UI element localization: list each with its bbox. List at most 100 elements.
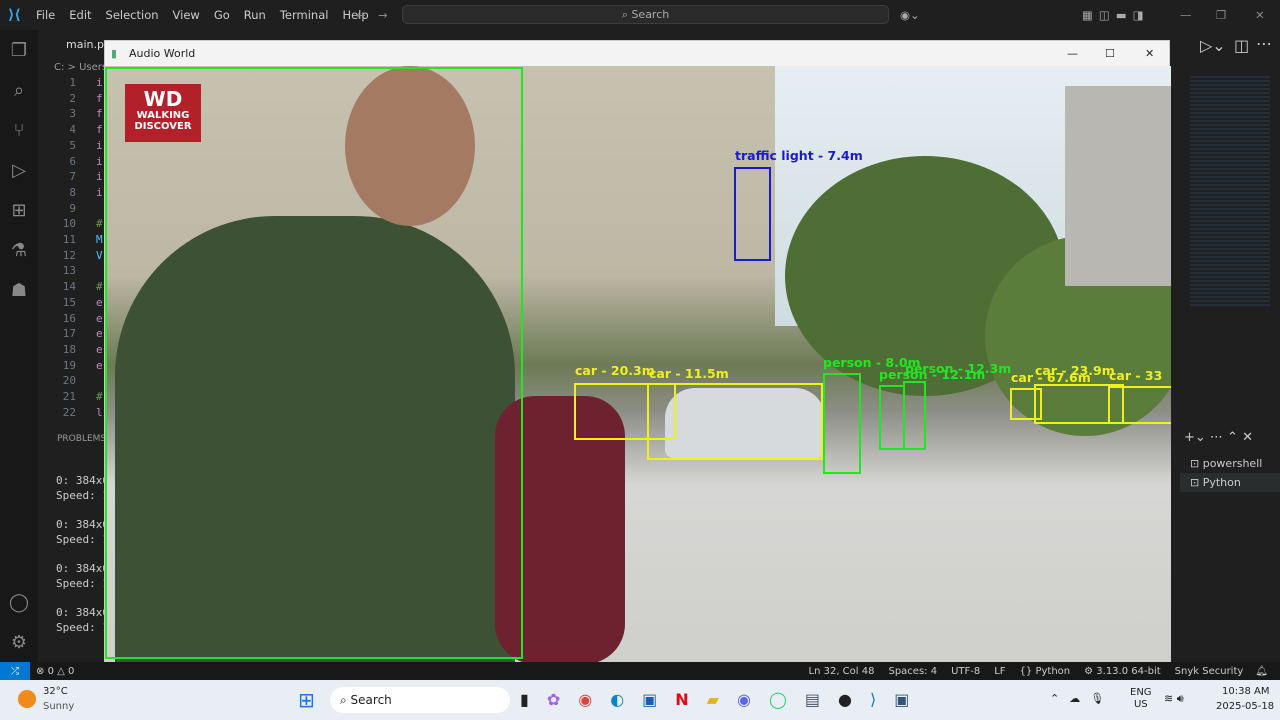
weather-desc[interactable]: Sunny [43, 701, 74, 712]
extensions-icon[interactable]: ⊞ [0, 190, 38, 230]
command-search[interactable]: ⌕ Search [402, 5, 889, 24]
search-icon[interactable]: ⌕ [0, 70, 38, 110]
back-icon[interactable]: ← [356, 8, 366, 22]
cursor-position[interactable]: Ln 32, Col 48 [809, 666, 875, 677]
file-explorer-icon[interactable]: ▰ [707, 690, 719, 709]
weather-icon[interactable] [18, 690, 36, 708]
code-line[interactable]: e [96, 343, 103, 356]
input-language[interactable]: ENG US [1130, 687, 1152, 711]
clock-date[interactable]: 2025-05-18 [1216, 701, 1274, 712]
start-icon[interactable]: ⊞ [298, 688, 315, 712]
eol[interactable]: LF [994, 666, 1005, 677]
code-line[interactable]: e [96, 327, 103, 340]
code-line[interactable]: M [96, 233, 103, 246]
weather-temp[interactable]: 32°C [43, 686, 68, 697]
code-line[interactable]: f [96, 107, 103, 120]
line-number: 17 [62, 327, 76, 341]
problems-indicator[interactable]: ⊗ 0 △ 0 [36, 666, 74, 677]
code-line[interactable]: # [96, 390, 103, 403]
netflix-icon[interactable]: N [675, 690, 688, 709]
source-control-icon[interactable]: ⑂ [0, 110, 38, 150]
menu-run[interactable]: Run [244, 8, 266, 22]
split-editor-icon[interactable]: ◫ [1234, 36, 1249, 55]
window-maximize-icon[interactable]: ☐ [1105, 47, 1115, 60]
account-icon[interactable]: ◯ [0, 582, 38, 622]
code-line[interactable]: e [96, 359, 103, 372]
edge-icon[interactable]: ◐ [610, 690, 624, 709]
terminal-output-line: 0: 384x6 [56, 606, 109, 620]
explorer-icon[interactable]: ❐ [0, 30, 38, 70]
line-number: 5 [69, 138, 76, 152]
interpreter[interactable]: ⚙ 3.13.0 64-bit [1084, 666, 1161, 677]
obs-icon[interactable]: ● [838, 690, 852, 709]
run-debug-icon[interactable]: ▷ [0, 150, 38, 190]
code-line[interactable]: l [96, 406, 103, 419]
code-line[interactable]: e [96, 296, 103, 309]
search-icon: ⌕ [340, 692, 351, 707]
code-line[interactable]: e [96, 312, 103, 325]
line-number: 13 [62, 264, 76, 278]
language-mode[interactable]: {} Python [1020, 666, 1071, 677]
snyk-icon[interactable]: ☗ [0, 270, 38, 310]
task-view-icon[interactable]: ▮ [520, 690, 529, 709]
tray-icons[interactable]: ⌃☁🎙︎ [1050, 692, 1114, 705]
menu-go[interactable]: Go [214, 8, 230, 22]
remote-icon[interactable]: ⤮ [0, 662, 30, 680]
code-line[interactable]: i [96, 76, 103, 89]
menu-view[interactable]: View [173, 8, 200, 22]
network-volume-icons[interactable]: ≋ 🔊︎ [1164, 692, 1184, 706]
code-line[interactable]: # [96, 217, 103, 230]
panel-tab-problems[interactable]: PROBLEMS [57, 434, 106, 444]
restore-icon[interactable]: ❐ [1216, 8, 1226, 22]
copilot-icon[interactable]: ◉⌄ [900, 8, 920, 22]
detection-label: traffic light - 7.4m [735, 148, 863, 163]
code-line[interactable]: V [96, 249, 103, 262]
window-title: Audio World [129, 47, 196, 60]
terminal-powershell[interactable]: ⊡ powershell [1180, 454, 1280, 473]
store-icon[interactable]: ▣ [642, 690, 657, 709]
window-minimize-icon[interactable]: — [1067, 47, 1078, 60]
vscode-titlebar: ⟩⟨ File Edit Selection View Go Run Termi… [0, 0, 1280, 30]
code-line[interactable]: i [96, 139, 103, 152]
detection-box-traffic-light [734, 167, 771, 261]
notifications-icon[interactable]: 🔔︎ [1255, 666, 1268, 677]
discord-icon[interactable]: ◉ [737, 690, 751, 709]
snyk-status[interactable]: Snyk Security [1175, 666, 1244, 677]
chrome-icon[interactable]: ◉ [578, 690, 592, 709]
terminal-python[interactable]: ⊡ Python [1180, 473, 1280, 492]
code-line[interactable]: i [96, 170, 103, 183]
breadcrumb[interactable]: C: > Users [54, 62, 107, 73]
close-icon[interactable]: ✕ [1255, 8, 1265, 22]
code-line[interactable]: # [96, 280, 103, 293]
whatsapp-icon[interactable]: ◯ [769, 690, 787, 709]
layout-icons[interactable]: ▦◫▬◨ [1082, 8, 1149, 22]
new-terminal-icon[interactable]: +⌄ ⋯ ⌃ ✕ [1184, 430, 1253, 445]
clock-time[interactable]: 10:38 AM [1222, 686, 1269, 697]
copilot-icon[interactable]: ✿ [547, 690, 560, 709]
vscode-icon[interactable]: ⟩ [870, 690, 876, 709]
code-line[interactable]: i [96, 186, 103, 199]
minimize-icon[interactable]: — [1180, 8, 1192, 22]
menu-edit[interactable]: Edit [69, 8, 91, 22]
menu-terminal[interactable]: Terminal [280, 8, 329, 22]
taskbar-search[interactable]: ⌕ Search [330, 687, 510, 713]
minimap[interactable] [1190, 76, 1270, 306]
menu-selection[interactable]: Selection [106, 8, 159, 22]
python-icon[interactable]: ▣ [894, 690, 909, 709]
window-close-icon[interactable]: ✕ [1145, 47, 1154, 60]
indentation[interactable]: Spaces: 4 [888, 666, 937, 677]
more-icon[interactable]: ⋯ [1256, 34, 1272, 53]
menu-file[interactable]: File [36, 8, 55, 22]
terminal-output-line: 0: 384x6 [56, 562, 109, 576]
run-icon[interactable]: ▷⌄ [1200, 36, 1226, 55]
testing-icon[interactable]: ⚗ [0, 230, 38, 270]
encoding[interactable]: UTF-8 [951, 666, 980, 677]
window-titlebar[interactable]: ▮ Audio World — ☐ ✕ [105, 41, 1169, 66]
terminal-output-line: Speed: 1 [56, 532, 109, 546]
code-line[interactable]: f [96, 123, 103, 136]
keyboard-app-icon[interactable]: ▤ [805, 690, 820, 709]
settings-gear-icon[interactable]: ⚙ [0, 622, 38, 662]
code-line[interactable]: i [96, 155, 103, 168]
code-line[interactable]: f [96, 92, 103, 105]
forward-icon[interactable]: → [378, 8, 388, 22]
